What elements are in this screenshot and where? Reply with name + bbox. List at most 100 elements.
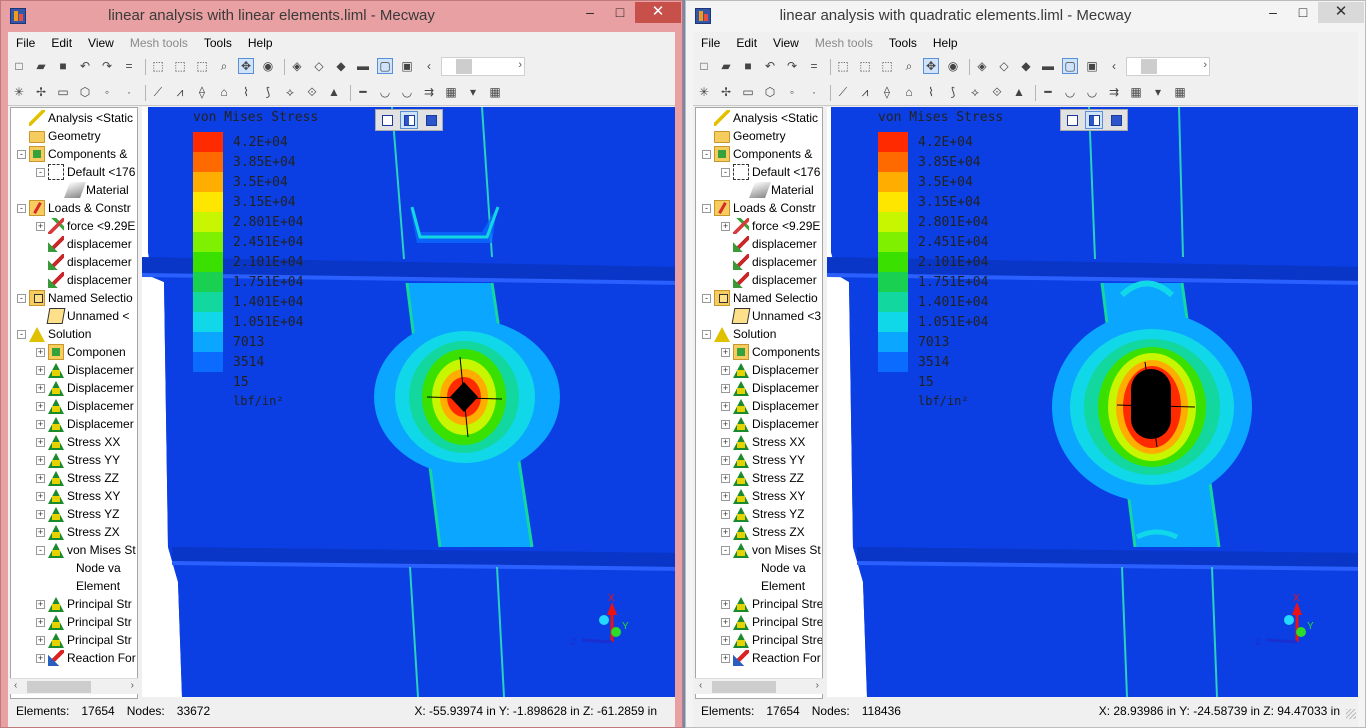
tool-e-icon[interactable]: ⌇ (238, 84, 254, 100)
model-tree[interactable]: Analysis <Static Geometry - Components & - De… (695, 107, 823, 699)
tree-displacement-result-2[interactable]: + Displacemer (721, 379, 819, 397)
filmstrip-icon[interactable]: ▦ (443, 84, 459, 100)
redo-icon[interactable]: ↷ (784, 58, 800, 74)
tree-displacement-2[interactable]: displacemer (721, 253, 817, 271)
tree-named-selections[interactable]: - Named Selectio (17, 289, 133, 307)
tree-displacement-3[interactable]: displacemer (721, 271, 817, 289)
tree-principal-2[interactable]: + Principal Stre (721, 613, 822, 631)
tool-g-icon[interactable]: ⟡ (967, 84, 983, 100)
menu-view[interactable]: View (80, 32, 122, 54)
wireframe-view-button[interactable] (1063, 111, 1081, 129)
tree-displacement-1[interactable]: displacemer (721, 235, 817, 253)
mesh-c-icon[interactable]: ◆ (333, 58, 349, 74)
tree-principal-3[interactable]: + Principal Str (36, 631, 132, 649)
tree-stress-zx[interactable]: + Stress ZX (36, 523, 120, 541)
tree-expander-icon[interactable]: + (36, 491, 45, 501)
tool-h-icon[interactable]: ⟐ (304, 84, 320, 100)
tree-expander-icon[interactable]: + (721, 599, 730, 609)
box2-icon[interactable]: ▣ (399, 58, 415, 74)
tree-stress-yz[interactable]: + Stress YZ (36, 505, 119, 523)
menu-mesh-tools[interactable]: Mesh tools (807, 32, 881, 54)
tree-principal-1[interactable]: + Principal Stre (721, 595, 822, 613)
menu-file[interactable]: File (8, 32, 43, 54)
tree-displacement-result-2[interactable]: + Displacemer (36, 379, 134, 397)
tree-expander-icon[interactable]: - (721, 167, 730, 177)
menu-help[interactable]: Help (240, 32, 281, 54)
mesh-b-icon[interactable]: ◇ (311, 58, 327, 74)
viewport-3d[interactable]: X Y Z von Mises Stress 4.2E+04 3.85E+04 3.… (142, 107, 675, 697)
tree-solution-components[interactable]: + Components (721, 343, 820, 361)
tree-horizontal-scrollbar[interactable]: ‹ › (695, 678, 823, 694)
tree-solution[interactable]: - Solution (702, 325, 776, 343)
cube-c-icon[interactable]: ⬚ (879, 58, 895, 74)
tree-expander-icon[interactable]: + (36, 365, 45, 375)
open-folder-icon[interactable]: ▰ (718, 58, 734, 74)
tree-displacement-result-1[interactable]: + Displacemer (36, 361, 134, 379)
cube-wire-icon[interactable]: ⬡ (77, 84, 93, 100)
menu-view[interactable]: View (765, 32, 807, 54)
rotate-icon[interactable]: ◉ (260, 58, 276, 74)
tree-expander-icon[interactable]: + (721, 347, 730, 357)
dropdown-icon[interactable]: ▾ (1150, 84, 1166, 100)
tree-stress-xx[interactable]: + Stress XX (36, 433, 120, 451)
model-tree[interactable]: Analysis <Static Geometry - Components & - De… (10, 107, 138, 699)
title-bar[interactable]: linear analysis with linear elements.lim… (1, 1, 682, 32)
cube-a-icon[interactable]: ⬚ (150, 58, 166, 74)
tool-f-icon[interactable]: ⟆ (260, 84, 276, 100)
tree-expander-icon[interactable]: + (36, 599, 45, 609)
tool-a-icon[interactable]: ⟋ (835, 84, 851, 100)
mesh-a-icon[interactable]: ◈ (289, 58, 305, 74)
menu-tools[interactable]: Tools (881, 32, 925, 54)
tree-expander-icon[interactable]: + (36, 383, 45, 393)
tree-analysis[interactable]: Analysis <Static (702, 109, 818, 127)
tree-node-values[interactable]: Node va (740, 559, 806, 577)
tool-c-icon[interactable]: ⟠ (879, 84, 895, 100)
undo-icon[interactable]: ↶ (762, 58, 778, 74)
move-icon[interactable]: ✢ (33, 84, 49, 100)
tree-expander-icon[interactable]: + (36, 419, 45, 429)
vertex-icon[interactable]: ◦ (784, 84, 800, 100)
tool-a-icon[interactable]: ⟋ (150, 84, 166, 100)
tool-h-icon[interactable]: ⟐ (989, 84, 1005, 100)
maximize-icon[interactable]: □ (1288, 2, 1318, 23)
zoom-icon[interactable]: ⌕ (901, 58, 917, 74)
tree-expander-icon[interactable]: + (721, 635, 730, 645)
viewport-3d[interactable]: X Y Z von Mises Stress 4.2E+04 3.85E+04 3.… (827, 107, 1358, 697)
cube-a-icon[interactable]: ⬚ (835, 58, 851, 74)
tree-expander-icon[interactable]: + (721, 383, 730, 393)
tool-i-icon[interactable]: ▲ (1011, 84, 1027, 100)
rotate-icon[interactable]: ◉ (945, 58, 961, 74)
cube-c-icon[interactable]: ⬚ (194, 58, 210, 74)
tree-stress-zz[interactable]: + Stress ZZ (36, 469, 119, 487)
tree-node-values[interactable]: Node va (55, 559, 121, 577)
mesh-c-icon[interactable]: ◆ (1018, 58, 1034, 74)
bowl-b-icon[interactable]: ◡ (399, 84, 415, 100)
arrow-load-icon[interactable]: ⇉ (421, 84, 437, 100)
tree-stress-yz[interactable]: + Stress YZ (721, 505, 804, 523)
tree-analysis[interactable]: Analysis <Static (17, 109, 133, 127)
tree-expander-icon[interactable]: + (36, 455, 45, 465)
tree-displacement-2[interactable]: displacemer (36, 253, 132, 271)
tree-von-mises[interactable]: - von Mises St (36, 541, 136, 559)
menu-file[interactable]: File (693, 32, 728, 54)
tree-expander-icon[interactable]: + (721, 473, 730, 483)
rect-icon[interactable]: ▭ (55, 84, 71, 100)
tree-principal-1[interactable]: + Principal Str (36, 595, 132, 613)
close-icon[interactable]: ✕ (635, 2, 681, 23)
tree-expander-icon[interactable]: - (702, 149, 711, 159)
tree-expander-icon[interactable]: - (17, 329, 26, 339)
tree-expander-icon[interactable]: - (702, 293, 711, 303)
tree-expander-icon[interactable]: - (17, 149, 26, 159)
tree-expander-icon[interactable]: + (36, 635, 45, 645)
plate-icon[interactable]: ▬ (1040, 58, 1056, 74)
tree-element-values[interactable]: Element (740, 577, 805, 595)
box-icon[interactable]: ▢ (1062, 58, 1078, 74)
minimize-icon[interactable]: – (575, 2, 605, 23)
tree-expander-icon[interactable]: + (721, 419, 730, 429)
open-folder-icon[interactable]: ▰ (33, 58, 49, 74)
bowl-a-icon[interactable]: ◡ (377, 84, 393, 100)
redo-icon[interactable]: ↷ (99, 58, 115, 74)
tree-solution-components[interactable]: + Componen (36, 343, 126, 361)
tree-expander-icon[interactable]: + (36, 347, 45, 357)
tree-stress-xy[interactable]: + Stress XY (36, 487, 120, 505)
